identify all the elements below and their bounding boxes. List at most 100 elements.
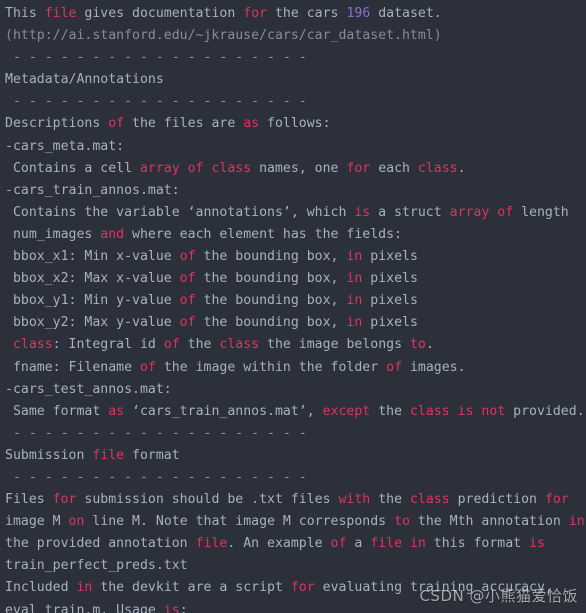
code-token: where each element has the fields: [124,226,402,242]
code-token: bbox_x1: Min x-value [5,249,180,265]
code-token: names, one [251,160,347,176]
code-token: line M. Note that image M corresponds [84,514,395,530]
code-line[interactable]: num_images and where each element has th… [5,224,586,246]
code-line[interactable]: Files for submission should be .txt file… [5,489,586,511]
code-token: a [346,536,371,552]
code-line[interactable]: Metadata/Annotations [5,69,586,91]
code-token: class [409,492,450,508]
code-token: images. [402,359,466,375]
code-token: fname: Filename [5,359,140,375]
code-line[interactable]: (http://ai.stanford.edu/~jkrause/cars/ca… [5,25,586,47]
code-token: in [346,271,363,287]
code-line[interactable]: Same format as ‘cars_train_annos.mat’, e… [5,401,586,423]
code-token: This [5,6,45,21]
code-token: length [513,204,569,220]
code-token: format [124,447,180,463]
code-token: as [108,403,125,419]
code-token: 196 [346,6,371,21]
code-token: evaluating training accuracy, [314,580,553,596]
code-line[interactable]: Contains a cell array of class names, on… [5,158,586,180]
code-token: in [346,315,363,331]
code-line[interactable]: bbox_x1: Min x-value of the bounding box… [5,246,586,268]
code-token: of [163,337,180,353]
code-token: file [92,447,125,463]
code-token: for [544,492,569,508]
code-line[interactable]: Submission file format [5,445,586,467]
code-token: Included [5,580,77,596]
code-token: Contains a cell [5,160,140,176]
code-line[interactable]: bbox_y2: Max y-value of the bounding box… [5,312,586,334]
code-token: the [370,403,410,419]
code-token: a struct [370,204,450,220]
code-token: prediction [449,492,545,508]
code-line[interactable]: the provided annotation file. An example… [5,533,586,555]
code-token: submission should be .txt files [76,492,339,508]
code-line[interactable]: - - - - - - - - - - - - - - - - - - - [5,423,586,445]
code-line[interactable]: - - - - - - - - - - - - - - - - - - - [5,467,586,489]
code-line[interactable]: -cars_train_annos.mat: [5,180,586,202]
code-token: ‘cars_train_annos.mat’, [124,403,323,419]
code-token: in [568,514,585,530]
code-token: of [179,315,196,331]
code-token: the image within the folder [155,359,387,375]
code-token: the [179,337,220,353]
code-token: for [346,160,371,176]
code-token: for [243,6,268,21]
code-line[interactable]: - - - - - - - - - - - - - - - - - - - [5,91,586,113]
code-line[interactable]: This file gives documentation for the ca… [5,3,586,25]
code-token: on [68,514,85,530]
code-token: file in [370,536,426,552]
code-token: bbox_y1: Min y-value [5,293,180,309]
code-line[interactable]: bbox_x2: Max x-value of the bounding box… [5,268,586,290]
code-token: to [394,514,410,530]
code-token: Descriptions [5,116,109,132]
code-token: array of [449,204,514,220]
code-token: . An example [227,536,331,552]
code-line[interactable]: train_perfect_preds.txt [5,555,586,577]
code-token: the provided annotation [5,536,196,552]
code-token: -cars_test_annos.mat: [5,381,172,397]
code-line[interactable]: image M on line M. Note that image M cor… [5,511,586,533]
code-line[interactable]: -cars_test_annos.mat: [5,379,586,401]
code-token: with [338,492,371,508]
code-token: the bounding box, [195,249,347,265]
code-token: each [370,160,418,176]
code-line[interactable]: Contains the variable ‘annotations’, whi… [5,202,586,224]
code-line[interactable]: fname: Filename of the image within the … [5,357,586,379]
code-token: (http://ai.stanford.edu/~jkrause/cars/ca… [5,28,442,44]
code-token: pixels [362,271,418,287]
code-token: of [179,293,196,309]
code-token: class [219,337,260,353]
code-token: is [354,204,371,220]
code-token: - - - - - - - - - - - - - - - - - - - [5,425,307,441]
code-token: gives documentation [76,6,244,21]
code-line[interactable]: - - - - - - - - - - - - - - - - - - - [5,47,586,69]
code-token: array of class [139,160,252,176]
code-token: provided. [505,403,585,419]
code-token: of [330,536,347,552]
code-token: file [195,536,228,552]
code-token: the Mth annotation [409,514,569,530]
code-token: is [163,602,180,613]
code-token: of [179,271,196,287]
code-token: of [386,359,403,375]
code-token: this format [425,536,530,552]
code-token: : Integral id [52,337,164,353]
code-token: the cars [267,6,347,21]
code-line[interactable]: Included in the devkit are a script for … [5,577,586,599]
code-line[interactable]: Descriptions of the files are as follows… [5,113,586,135]
code-token: the [370,492,410,508]
code-token: - - - - - - - - - - - - - - - - - - - [5,469,307,485]
code-line[interactable]: eval_train.m. Usage is: [5,600,586,613]
code-token: bbox_y2: Max y-value [5,315,180,331]
code-token: to [409,337,426,353]
document-text-area[interactable]: This file gives documentation for the ca… [5,3,586,613]
code-line[interactable]: -cars_meta.mat: [5,136,586,158]
code-token: - - - - - - - - - - - - - - - - - - - [5,50,307,66]
code-line[interactable]: bbox_y1: Min y-value of the bounding box… [5,290,586,312]
code-token: eval_train.m. Usage [5,602,164,613]
code-token: train_perfect_preds.txt [5,558,188,574]
code-line[interactable]: class: Integral id of the class the imag… [5,334,586,356]
code-token: pixels [362,293,418,309]
